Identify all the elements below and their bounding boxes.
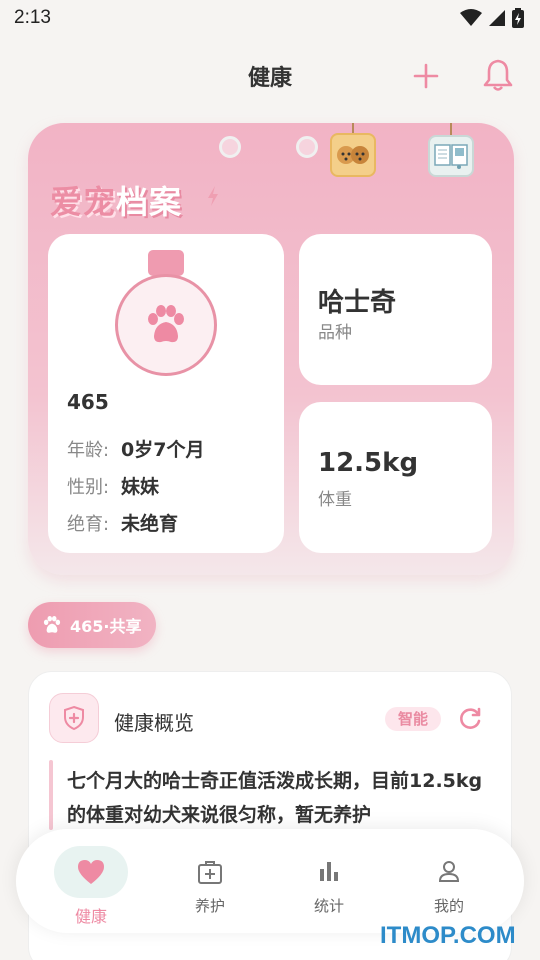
nav-label-stats: 统计: [313, 897, 344, 915]
share-label: 465·共享: [70, 617, 142, 636]
breed-value: 哈士奇: [318, 288, 397, 318]
pet-name: 465: [67, 390, 109, 414]
nav-item-me[interactable]: 我的: [394, 829, 504, 933]
paw-icon: [43, 616, 61, 633]
nav-item-health[interactable]: 健康: [16, 829, 128, 933]
user-icon: [438, 861, 460, 882]
nav-label-care: 养护: [194, 897, 225, 915]
battery-icon: [512, 8, 524, 28]
wifi-icon: [460, 9, 482, 26]
weight-panel[interactable]: 12.5kg 体重: [299, 402, 492, 553]
neuter-label: 绝育:: [67, 514, 110, 535]
status-bar: 2:13: [0, 0, 540, 36]
brand-title: 爱宠档案: [50, 177, 182, 223]
nav-label-me: 我的: [433, 897, 464, 915]
health-shield-icon: [49, 693, 99, 743]
notification-bell-icon[interactable]: [482, 58, 514, 92]
overview-text: 七个月大的哈士奇正值活泼成长期，目前12.5kg的体重对幼犬来说很匀称，暂无养护: [67, 770, 483, 826]
paw-icon: [148, 305, 184, 343]
brand-title-part1: 爱宠: [50, 183, 117, 221]
age-label: 年龄:: [67, 440, 110, 461]
gender-label: 性别:: [67, 477, 110, 498]
share-pet-button[interactable]: 465·共享: [28, 602, 156, 648]
pet-info-panel[interactable]: 465 年龄: 0岁7个月 性别: 妹妹 绝育: 未绝育: [48, 234, 284, 553]
refresh-icon[interactable]: [457, 706, 483, 732]
tag-clip-icon: [148, 250, 184, 276]
book-sticker-icon: [428, 135, 474, 177]
brand-title-part2: 档案: [116, 183, 183, 221]
dogs-sticker-icon: [330, 133, 376, 177]
status-time: 2:13: [14, 7, 51, 28]
nav-label-health: 健康: [74, 907, 107, 926]
breed-panel[interactable]: 哈士奇 品种: [299, 234, 492, 385]
pet-profile-card: 爱宠档案 465 年龄: 0岁7个月 性别: 妹妹 绝育: 未绝育 哈士奇 品种…: [28, 123, 514, 575]
binder-ring-icon: [219, 136, 241, 158]
age-row: 年龄: 0岁7个月: [67, 435, 204, 462]
smart-badge: 智能: [385, 707, 441, 731]
top-header: 健康: [0, 52, 540, 100]
add-icon[interactable]: [412, 62, 440, 90]
watermark-text: ITMOP.COM: [380, 922, 516, 949]
bottom-nav: 健康 养护 统计 我的: [16, 829, 524, 933]
weight-value: 12.5kg: [318, 448, 419, 478]
heart-icon: [78, 860, 104, 884]
quote-bar: [49, 760, 53, 830]
weight-label: 体重: [318, 490, 352, 510]
overview-title: 健康概览: [114, 711, 194, 735]
gender-row: 性别: 妹妹: [67, 472, 159, 499]
medical-kit-icon: [198, 861, 222, 884]
page-title: 健康: [247, 66, 292, 91]
status-icons: [460, 8, 524, 28]
bar-chart-icon: [320, 862, 338, 881]
nav-item-stats[interactable]: 统计: [274, 829, 384, 933]
signal-icon: [489, 10, 505, 26]
neuter-row: 绝育: 未绝育: [67, 509, 178, 536]
breed-label: 品种: [318, 323, 352, 343]
lightning-icon: [208, 186, 218, 206]
gender-value: 妹妹: [121, 476, 160, 498]
age-value: 0岁7个月: [121, 439, 205, 461]
binder-ring-icon: [296, 136, 318, 158]
nav-item-care[interactable]: 养护: [155, 829, 265, 933]
pet-avatar[interactable]: [115, 274, 217, 376]
neuter-value: 未绝育: [121, 513, 179, 535]
